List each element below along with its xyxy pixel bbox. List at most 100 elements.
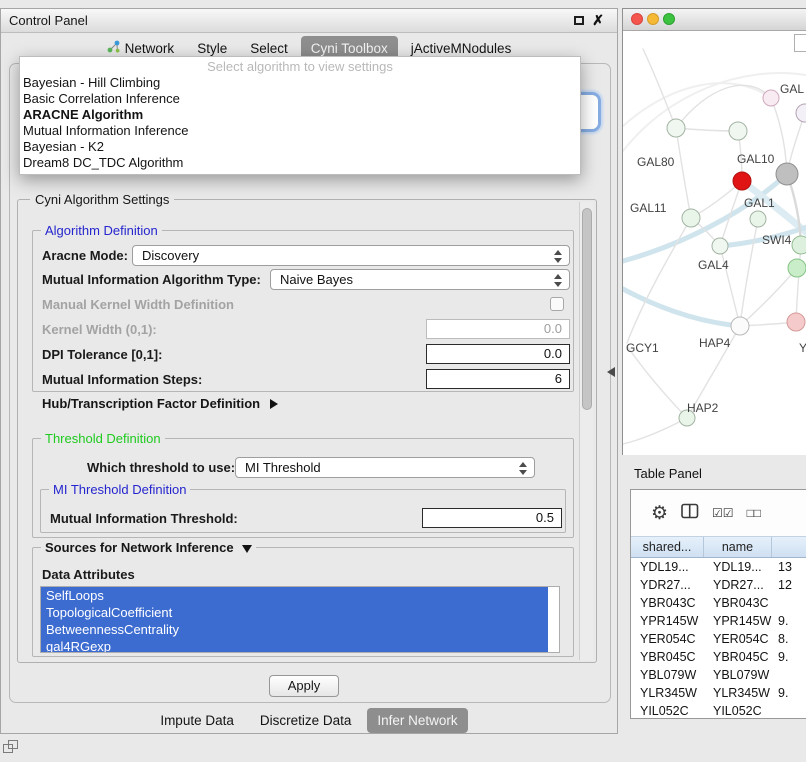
table-row[interactable]: YLR345WYLR345W9. (631, 684, 806, 702)
table-row[interactable]: YBR043CYBR043C (631, 594, 806, 612)
tab-discretize-data[interactable]: Discretize Data (250, 708, 362, 733)
network-node[interactable] (792, 236, 806, 254)
network-node[interactable] (712, 238, 728, 254)
network-tab-icon (107, 40, 120, 56)
column-header[interactable] (772, 537, 806, 557)
network-canvas[interactable]: GALGAL80GAL10GAL11GAL1SWI4GAL4GCY1HAP4YH… (623, 31, 806, 455)
table-row[interactable]: YDL19...YDL19...13 (631, 558, 806, 576)
mi-threshold-label: Mutual Information Threshold: (50, 511, 238, 526)
table-row[interactable]: YBR045CYBR045C9. (631, 648, 806, 666)
group-title: Cyni Algorithm Settings (30, 192, 174, 207)
network-node[interactable] (763, 90, 779, 106)
hub-section-toggle[interactable]: Hub/Transcription Factor Definition (42, 396, 278, 411)
list-item[interactable]: TopologicalCoefficient (41, 604, 548, 621)
section-title: MI Threshold Definition (49, 482, 190, 497)
zoom-button[interactable] (663, 13, 675, 25)
combo-arrows-icon (554, 250, 563, 263)
algorithm-option[interactable]: Bayesian - K2 (20, 139, 580, 155)
network-node[interactable] (667, 119, 685, 137)
scrollbar-thumb[interactable] (582, 208, 592, 410)
network-node[interactable] (682, 209, 700, 227)
close-button[interactable] (631, 13, 643, 25)
tab-label: Network (125, 41, 175, 56)
restore-panel-icon[interactable] (3, 740, 20, 754)
gear-icon[interactable]: ⚙ (651, 504, 668, 523)
list-item[interactable]: BetweennessCentrality (41, 621, 548, 638)
table-cell: YIL052C (704, 702, 772, 719)
table-cell: YDR27... (704, 576, 772, 594)
list-item[interactable]: SelfLoops (41, 587, 548, 604)
dpi-tolerance-label: DPI Tolerance [0,1]: (42, 347, 162, 362)
table-cell: YBR045C (631, 648, 704, 666)
table-cell: YDR27... (631, 576, 704, 594)
mi-threshold-field[interactable]: 0.5 (422, 508, 562, 528)
selected-value: Naive Bayes (280, 270, 353, 289)
settings-scrollbar[interactable] (579, 202, 593, 660)
algorithm-option[interactable]: Bayesian - Hill Climbing (20, 75, 580, 91)
mi-type-select[interactable]: Naive Bayes (270, 269, 570, 290)
dpi-tolerance-field[interactable]: 0.0 (426, 344, 570, 364)
algorithm-option[interactable]: Mutual Information Inference (20, 123, 580, 139)
cyni-algorithm-settings-group: Cyni Algorithm Settings Algorithm Defini… (17, 199, 597, 663)
mi-steps-field[interactable]: 6 (426, 369, 570, 389)
table-cell (772, 666, 806, 684)
minimize-button[interactable] (647, 13, 659, 25)
table-panel-window: ⚙ ☑☑ □□ shared... name YDL19...YDL19...1… (630, 489, 806, 719)
table-row[interactable]: YDR27...YDR27...12 (631, 576, 806, 594)
manual-kernel-label: Manual Kernel Width Definition (42, 297, 234, 312)
network-node[interactable] (776, 163, 798, 185)
expand-right-icon (270, 399, 278, 409)
table-cell: YDL19... (704, 558, 772, 576)
data-attributes-list[interactable]: SelfLoops TopologicalCoefficient Between… (40, 586, 560, 653)
manual-kernel-checkbox[interactable] (550, 297, 564, 311)
algorithm-option-selected[interactable]: ARACNE Algorithm (20, 107, 580, 123)
algorithm-option[interactable]: Dream8 DC_TDC Algorithm (20, 155, 580, 171)
table-header: shared... name (631, 536, 806, 558)
table-row[interactable]: YBL079WYBL079W (631, 666, 806, 684)
float-window-icon[interactable] (574, 16, 584, 25)
selected-value: MI Threshold (245, 458, 321, 477)
network-node[interactable] (733, 172, 751, 190)
table-cell: YBR043C (704, 594, 772, 612)
apply-button[interactable]: Apply (269, 675, 339, 697)
sources-toggle[interactable]: Sources for Network Inference (41, 540, 256, 555)
network-node[interactable] (731, 317, 749, 335)
network-node-label: GAL11 (630, 201, 667, 215)
network-node[interactable] (750, 211, 766, 227)
panel-collapse-arrow-icon[interactable] (607, 367, 615, 377)
network-node[interactable] (796, 104, 806, 122)
column-header[interactable]: name (704, 537, 772, 557)
mi-steps-label: Mutual Information Steps: (42, 372, 202, 387)
tab-label: Cyni Toolbox (311, 41, 388, 56)
network-node[interactable] (788, 259, 806, 277)
deselect-all-icon[interactable]: □□ (747, 506, 762, 520)
algorithm-option[interactable]: Basic Correlation Inference (20, 91, 580, 107)
select-all-icon[interactable]: ☑☑ (712, 506, 734, 520)
table-cell: YBR043C (631, 594, 704, 612)
network-node-label: HAP4 (699, 336, 731, 350)
tab-impute-data[interactable]: Impute Data (150, 708, 244, 733)
network-node-label: Y (799, 341, 806, 355)
table-cell: 9. (772, 648, 806, 666)
network-node-label: GAL4 (698, 258, 729, 272)
columns-icon[interactable] (681, 503, 699, 524)
table-row[interactable]: YPR145WYPR145W9. (631, 612, 806, 630)
network-node[interactable] (787, 313, 805, 331)
window-title: Control Panel (1, 13, 88, 28)
list-item[interactable]: gal4RGexp (41, 638, 548, 653)
aracne-mode-select[interactable]: Discovery (132, 245, 570, 266)
network-window-titlebar (623, 9, 806, 31)
close-icon[interactable]: ✗ (592, 12, 604, 29)
column-header[interactable]: shared... (631, 537, 704, 557)
table-cell: 13 (772, 558, 806, 576)
kernel-width-field[interactable]: 0.0 (426, 319, 570, 339)
table-cell: YIL052C (631, 702, 704, 719)
tab-infer-network[interactable]: Infer Network (367, 708, 467, 733)
table-row[interactable]: YER054CYER054C8. (631, 630, 806, 648)
table-cell (772, 594, 806, 612)
table-cell: YDL19... (631, 558, 704, 576)
table-row[interactable]: YIL052CYIL052C (631, 702, 806, 719)
table-cell: YBR045C (704, 648, 772, 666)
which-threshold-select[interactable]: MI Threshold (235, 457, 535, 478)
network-node[interactable] (729, 122, 747, 140)
